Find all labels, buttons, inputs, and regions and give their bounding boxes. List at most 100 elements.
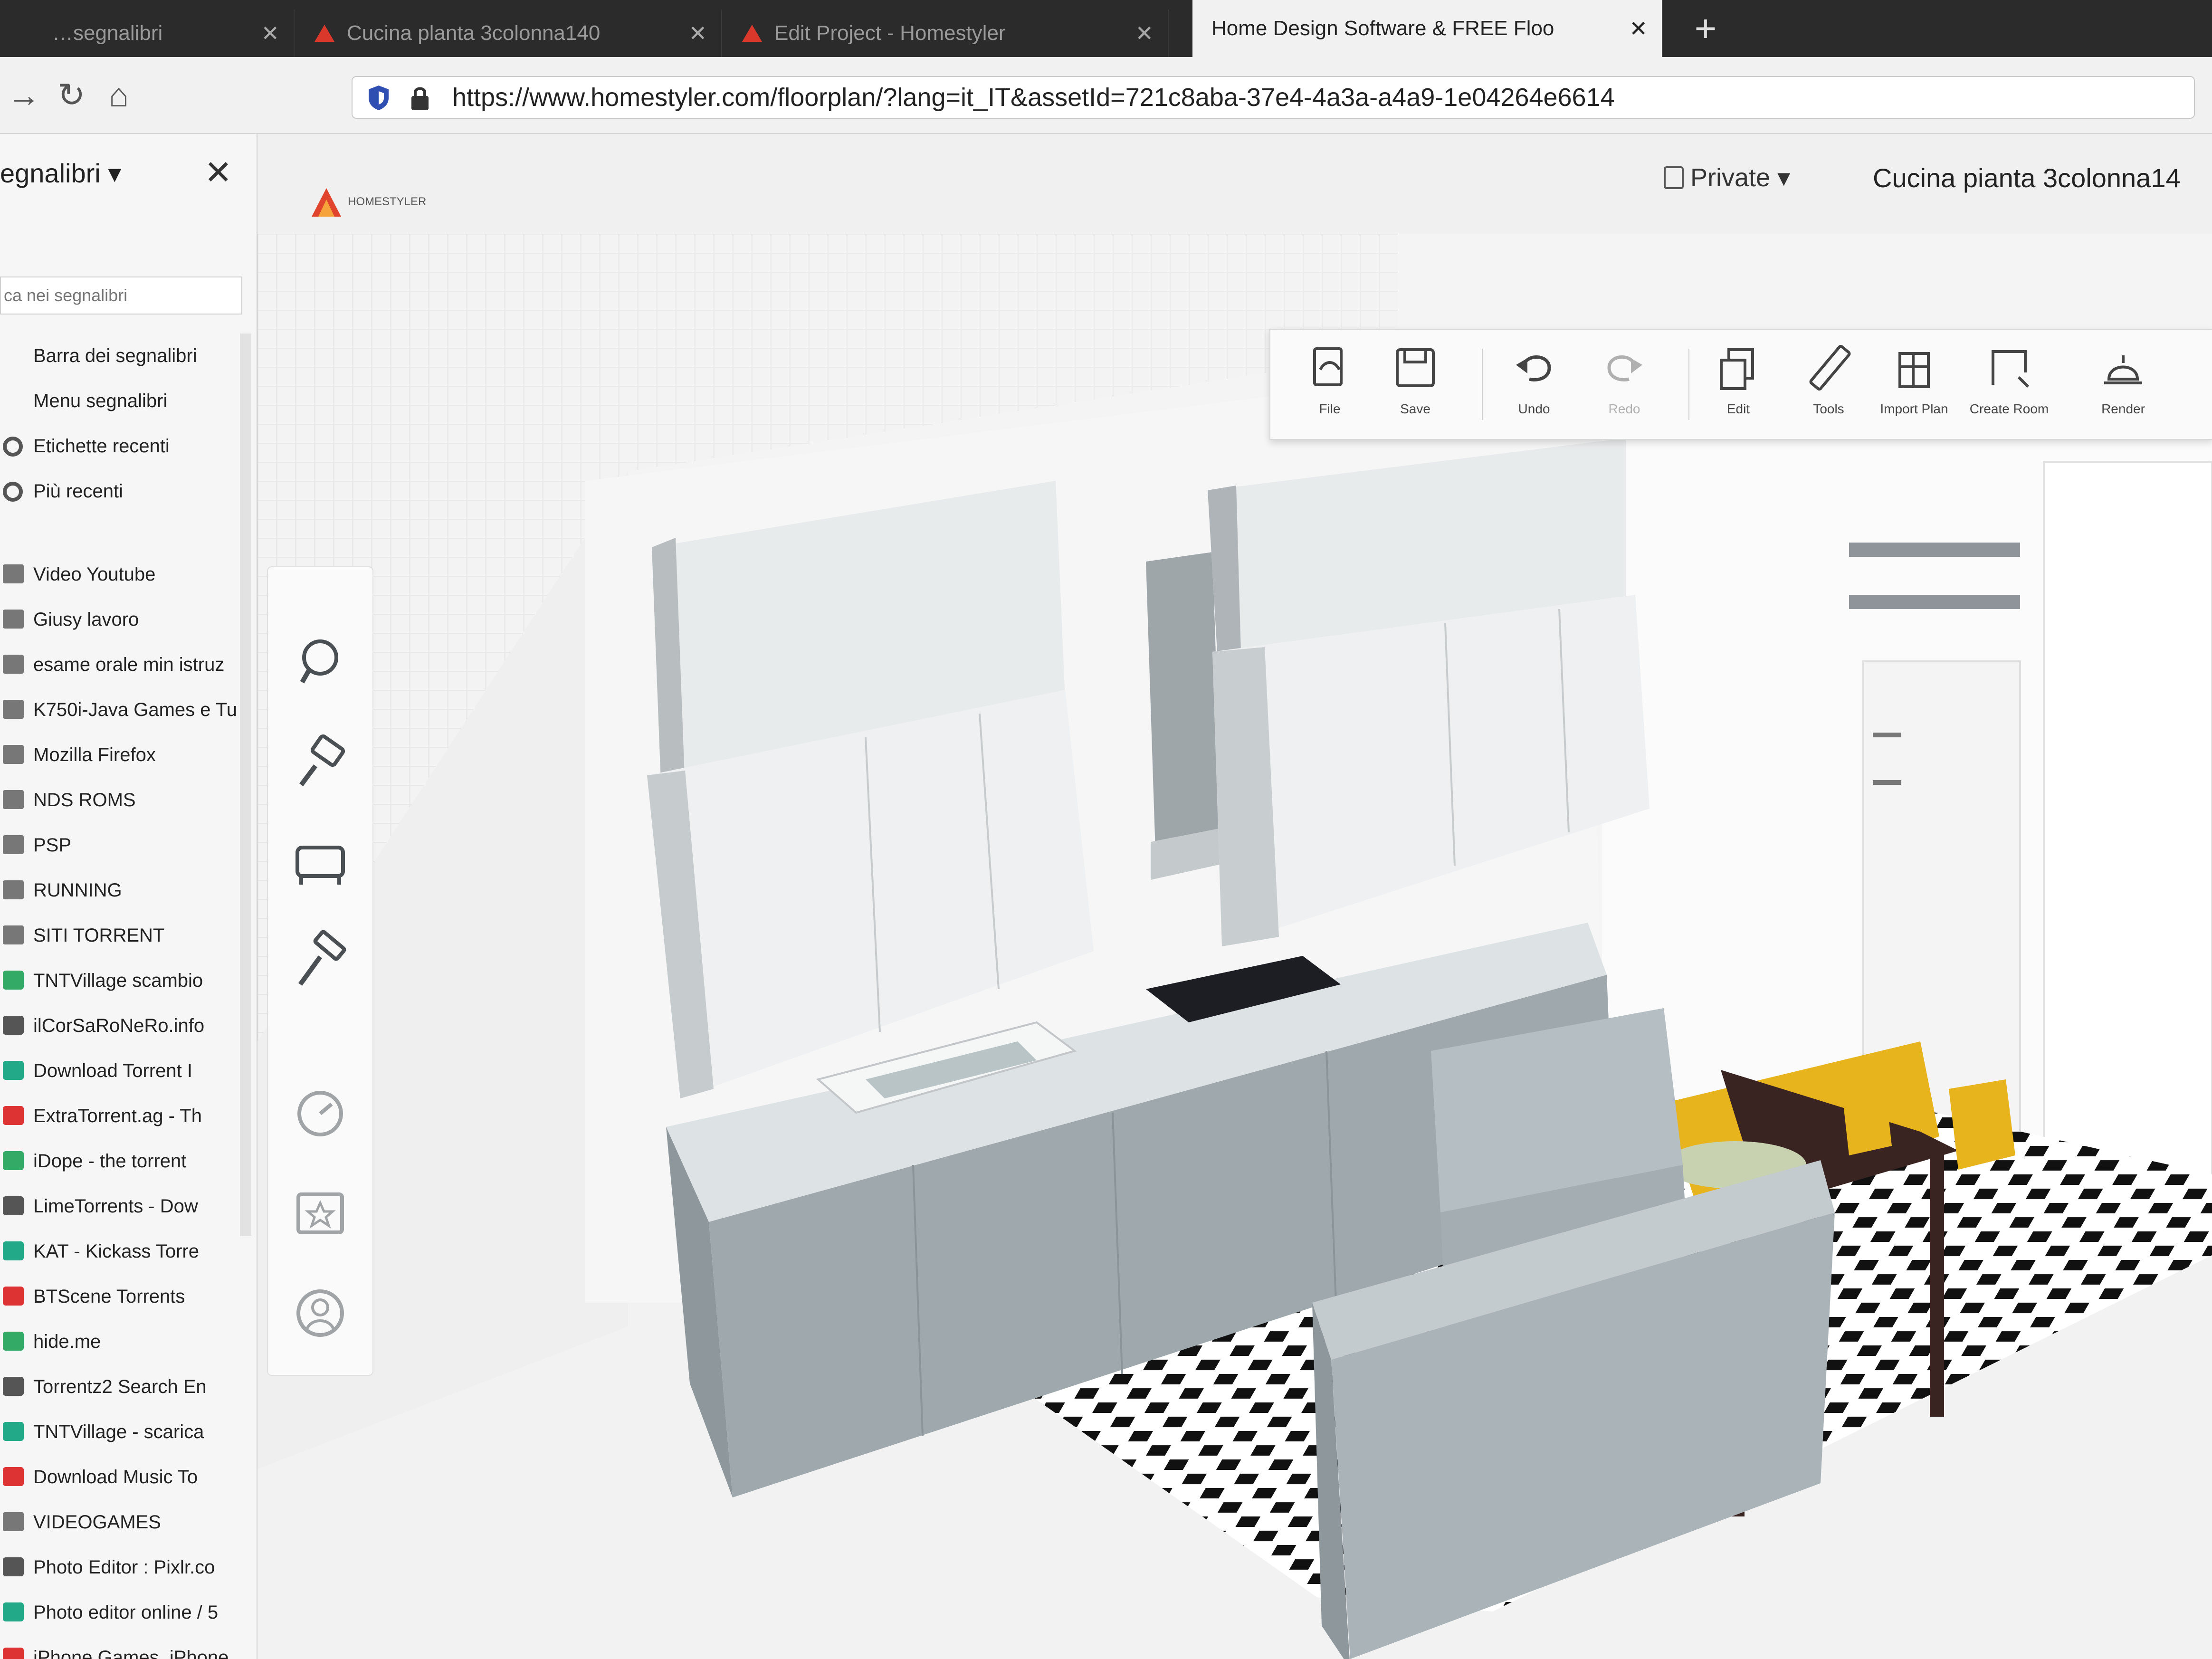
- toolbar-undo-button[interactable]: Undo: [1489, 339, 1579, 434]
- folder-icon: [3, 880, 24, 899]
- render-icon: [2104, 355, 2142, 384]
- toolbar-file-button[interactable]: File: [1285, 339, 1375, 434]
- toolbar-save-button[interactable]: Save: [1370, 339, 1460, 434]
- homestyler-logo-icon[interactable]: [310, 186, 343, 219]
- bookmark-item[interactable]: Etichette recenti: [0, 424, 238, 469]
- tab-label: …segnalibri: [52, 21, 163, 45]
- hammer-icon[interactable]: [287, 928, 353, 995]
- project-title[interactable]: Cucina pianta 3colonna14: [1873, 162, 2181, 193]
- navigation-bar: → ↻ ⌂ https://www.homestyler.com/floorpl…: [0, 57, 2212, 134]
- compass-icon[interactable]: [287, 1080, 353, 1147]
- bookmark-item[interactable]: NDS ROMS: [0, 778, 238, 823]
- bookmark-label: Menu segnalibri: [33, 391, 168, 411]
- bookmark-item[interactable]: SITI TORRENT: [0, 913, 238, 958]
- bookmark-label: Giusy lavoro: [33, 609, 139, 630]
- close-icon[interactable]: ✕: [204, 153, 232, 192]
- bookmark-item[interactable]: iPhone Games, iPhone: [0, 1635, 238, 1659]
- bookmark-item[interactable]: Mozilla Firefox: [0, 733, 238, 778]
- lock-icon[interactable]: [410, 85, 430, 111]
- toolbar-label: Create Room: [1969, 401, 2049, 416]
- search-icon[interactable]: [287, 629, 353, 696]
- tab-label: Home Design Software & FREE Floo: [1211, 17, 1554, 40]
- bookmark-item[interactable]: BTScene Torrents: [0, 1274, 238, 1319]
- sofa-icon[interactable]: [287, 829, 353, 895]
- favorites-icon[interactable]: [287, 1180, 353, 1247]
- bookmark-label: Torrentz2 Search En: [33, 1376, 207, 1397]
- toolbar-label: Undo: [1518, 401, 1550, 416]
- bookmark-item[interactable]: Più recenti: [0, 469, 238, 514]
- user-icon[interactable]: [287, 1280, 353, 1346]
- bookmark-item[interactable]: ilCorSaRoNeRo.info: [0, 1003, 238, 1049]
- site-icon: [3, 1602, 24, 1621]
- bookmark-item[interactable]: PSP: [0, 823, 238, 868]
- gear-icon: [3, 437, 23, 457]
- tab-home-design[interactable]: Home Design Software & FREE Floo ✕: [1192, 0, 1663, 57]
- bookmark-item[interactable]: hide.me: [0, 1319, 238, 1364]
- bookmark-item[interactable]: VIDEOGAMES: [0, 1500, 238, 1545]
- toolbar-import-plan-button[interactable]: Import Plan: [1869, 339, 1959, 434]
- close-icon[interactable]: ✕: [1629, 0, 1648, 57]
- site-icon: [3, 1196, 24, 1215]
- bookmark-item[interactable]: RUNNING: [0, 868, 238, 913]
- paint-roller-icon[interactable]: [287, 729, 353, 795]
- toolbar-create-room-button[interactable]: Create Room: [1964, 339, 2054, 434]
- site-icon: [3, 1241, 24, 1260]
- new-tab-button[interactable]: +: [1682, 5, 1729, 52]
- bookmark-item[interactable]: iDope - the torrent: [0, 1139, 238, 1184]
- home-button[interactable]: ⌂: [100, 76, 138, 114]
- url-text[interactable]: https://www.homestyler.com/floorplan/?la…: [452, 77, 1615, 118]
- address-bar[interactable]: https://www.homestyler.com/floorplan/?la…: [352, 76, 2195, 119]
- bookmark-item[interactable]: Barra dei segnalibri: [0, 334, 238, 379]
- shield-icon[interactable]: [367, 85, 391, 111]
- bookmark-item[interactable]: esame orale min istruz: [0, 642, 238, 687]
- bookmark-item[interactable]: Video Youtube: [0, 552, 238, 597]
- toolbar-edit-button[interactable]: Edit: [1693, 339, 1783, 434]
- tab-edit-project[interactable]: Edit Project - Homestyler ✕: [722, 10, 1169, 57]
- sidebar-scrollbar[interactable]: [240, 334, 251, 1236]
- bookmark-item[interactable]: K750i-Java Games e Tu: [0, 687, 238, 733]
- close-icon[interactable]: ✕: [261, 10, 279, 57]
- bookmark-search-input[interactable]: [0, 276, 242, 315]
- forward-button[interactable]: →: [5, 76, 43, 114]
- bookmark-item[interactable]: Download Torrent I: [0, 1049, 238, 1094]
- toolbar-label: Import Plan: [1880, 401, 1948, 416]
- bookmark-label: Etichette recenti: [33, 436, 170, 457]
- close-icon[interactable]: ✕: [1135, 10, 1154, 57]
- bookmark-label: Mozilla Firefox: [33, 744, 156, 765]
- edit-icon: [1720, 348, 1754, 390]
- kitchen-3d-scene[interactable]: [257, 234, 2212, 1659]
- 3d-viewport[interactable]: File Save Undo Redo Edit Tools Import Plan Crea…: [257, 234, 2212, 1659]
- bookmark-item[interactable]: ExtraTorrent.ag - Th: [0, 1094, 238, 1139]
- site-icon: [3, 1377, 24, 1396]
- bookmark-item[interactable]: Photo editor online / 5: [0, 1590, 238, 1635]
- toolbar-tools-button[interactable]: Tools: [1783, 339, 1874, 434]
- site-icon: [3, 1467, 24, 1486]
- import-plan-icon: [1898, 352, 1930, 388]
- bookmark-item[interactable]: LimeTorrents - Dow: [0, 1184, 238, 1229]
- bookmark-item[interactable]: TNTVillage scambio: [0, 958, 238, 1003]
- bookmark-item[interactable]: Download Music To: [0, 1455, 238, 1500]
- tab-bookmarks[interactable]: …segnalibri ✕: [0, 10, 295, 57]
- fridge-handle: [1873, 733, 1901, 737]
- reload-button[interactable]: ↻: [52, 76, 90, 114]
- bookmark-label: TNTVillage scambio: [33, 970, 203, 991]
- bookmark-label: LimeTorrents - Dow: [33, 1196, 198, 1217]
- toolbar-label: Tools: [1813, 401, 1844, 416]
- bookmark-item[interactable]: Giusy lavoro: [0, 597, 238, 642]
- tab-cucina[interactable]: Cucina planta 3colonna140 ✕: [295, 10, 722, 57]
- privacy-dropdown[interactable]: Private ▾: [1664, 162, 1790, 192]
- sidebar-title[interactable]: egnalibri ▾: [0, 158, 121, 189]
- bookmark-item[interactable]: Menu segnalibri: [0, 379, 238, 424]
- column-unit: [2043, 461, 2212, 1232]
- bookmark-label: TNTVillage - scarica: [33, 1421, 204, 1442]
- folder-icon: [3, 610, 24, 629]
- close-icon[interactable]: ✕: [688, 10, 707, 57]
- toolbar-redo-button[interactable]: Redo: [1579, 339, 1669, 434]
- toolbar-render-button[interactable]: Render: [2078, 339, 2168, 434]
- bookmark-item[interactable]: TNTVillage - scarica: [0, 1410, 238, 1455]
- bookmark-item[interactable]: Photo Editor : Pixlr.co: [0, 1545, 238, 1590]
- bookmark-item[interactable]: KAT - Kickass Torre: [0, 1229, 238, 1274]
- bookmark-item[interactable]: Torrentz2 Search En: [0, 1364, 238, 1410]
- bookmark-label: esame orale min istruz: [33, 654, 225, 675]
- shelf: [1849, 543, 2020, 557]
